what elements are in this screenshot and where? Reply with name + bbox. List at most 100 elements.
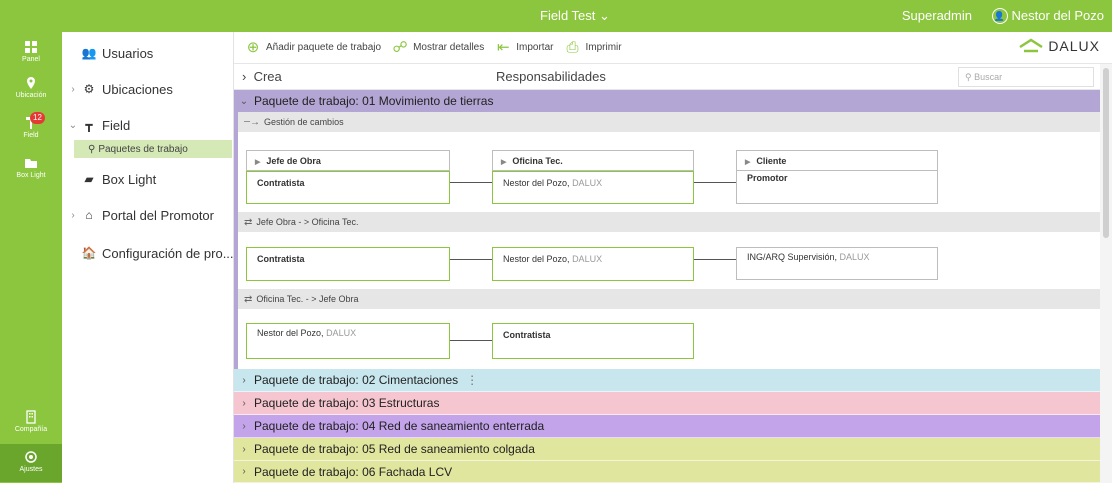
project-selector[interactable]: Field Test ⌄ <box>540 0 610 32</box>
responsible-cell[interactable]: Nestor del Pozo, DALUX <box>492 171 694 204</box>
responsible-name: Contratista <box>503 330 551 340</box>
arrow-dotted-icon: ┄→ <box>244 116 261 128</box>
section-jefe-to-oficina: ⇄ Jefe Obra - > Oficina Tec. <box>238 212 1100 232</box>
responsible-name: Contratista <box>257 254 305 264</box>
scrollbar-thumb[interactable] <box>1103 68 1109 238</box>
sidebar-label-ubicaciones: Ubicaciones <box>102 81 173 97</box>
role-card-cliente[interactable]: ▶ Cliente Promotor <box>736 150 938 204</box>
connector-line <box>450 259 492 260</box>
rail-label-box-light: Box Light <box>16 172 46 179</box>
company-name: DALUX <box>572 178 603 188</box>
chevron-right-icon: › <box>242 420 246 432</box>
rail-label-ajustes: Ajustes <box>19 466 43 473</box>
portal-icon: ⌂ <box>85 208 93 222</box>
chevron-right-icon: › <box>242 374 246 386</box>
triangle-right-icon: ▶ <box>255 159 261 166</box>
responsible-cell[interactable]: Nestor del Pozo, DALUX <box>246 323 450 359</box>
responsible-cell[interactable]: Nestor del Pozo, DALUX <box>492 247 694 281</box>
user-menu[interactable]: 👤 Nestor del Pozo <box>991 0 1105 32</box>
rail-label-compania: Compañía <box>14 426 48 433</box>
search-icon: ⚲ <box>965 72 975 82</box>
rail-label-field: Field <box>23 132 39 139</box>
field-badge: 12 <box>30 112 45 124</box>
user-avatar-icon: 👤 <box>991 8 1008 24</box>
building-icon <box>26 410 36 424</box>
swap-arrows-icon: ⇄ <box>244 293 253 305</box>
rail-item-ubicacion[interactable]: Ubicación <box>0 76 62 99</box>
sidebar-item-portal[interactable]: › ⌂ Portal del Promotor <box>62 202 234 228</box>
responsible-cell[interactable]: ING/ARQ Supervisión, DALUX <box>736 247 938 280</box>
triangle-right-icon: ▶ <box>745 159 751 166</box>
package-title: Paquete de trabajo: 06 Fachada LCV <box>254 464 453 479</box>
search-placeholder: Buscar <box>974 72 1003 82</box>
more-options-icon[interactable]: ⋮ <box>466 373 478 387</box>
search-input[interactable]: ⚲ Buscar <box>958 67 1094 87</box>
sidebar-item-field[interactable]: ⌄ ┳ Field <box>62 112 234 138</box>
role-header: Cliente <box>756 156 787 166</box>
responsible-cell[interactable]: Contratista <box>246 247 450 281</box>
box-light-icon: ▰ <box>84 172 94 186</box>
sidebar-label-paquetes: Paquetes de trabajo <box>98 143 188 155</box>
package-01-title: Paquete de trabajo: 01 Movimiento de tie… <box>254 94 494 108</box>
connector-line <box>694 259 736 260</box>
package-row[interactable]: › Paquete de trabajo: 02 Cimentaciones ⋮ <box>234 369 1100 392</box>
chevron-right-icon: › <box>242 443 246 455</box>
folder-icon <box>25 159 37 168</box>
rail-item-field[interactable]: 12 Field <box>0 112 62 139</box>
sidebar-label-box-light: Box Light <box>102 171 157 187</box>
chevron-down-icon: ⌄ <box>68 119 78 131</box>
logo-text: DALUX <box>1048 38 1100 54</box>
package-row[interactable]: › Paquete de trabajo: 03 Estructuras <box>234 392 1100 415</box>
toolbar: ⊕ Añadir paquete de trabajo ☍ Mostrar de… <box>234 32 1112 64</box>
left-rail: Panel Ubicación 12 Field Box Light Compa… <box>0 32 62 483</box>
rail-item-ajustes[interactable]: Ajustes <box>0 444 62 482</box>
package-row[interactable]: › Paquete de trabajo: 04 Red de saneamie… <box>234 415 1100 438</box>
dalux-logo: DALUX <box>1018 38 1100 54</box>
swap-arrows-icon: ⇄ <box>244 216 253 228</box>
rail-item-compania[interactable]: Compañía <box>0 410 62 433</box>
triangle-right-icon: ▶ <box>501 159 507 166</box>
connector-line <box>450 182 492 183</box>
responsible-name: Nestor del Pozo, <box>503 178 570 188</box>
sidebar-label-usuarios: Usuarios <box>102 45 154 61</box>
section-title: Oficina Tec. - > Jefe Obra <box>256 294 359 304</box>
responsabilidades-header: Responsabilidades <box>496 69 606 84</box>
import-button[interactable]: ⇤ Importar <box>494 39 554 57</box>
crea-header[interactable]: › Crea <box>242 69 282 84</box>
responsible-cell[interactable]: Contratista <box>246 171 450 204</box>
sidebar-item-configuracion[interactable]: 🏠 Configuración de pro... <box>62 240 234 266</box>
role-label: Superadmin <box>901 8 972 23</box>
add-package-button[interactable]: ⊕ Añadir paquete de trabajo <box>244 39 381 57</box>
package-row[interactable]: › Paquete de trabajo: 05 Red de saneamie… <box>234 438 1100 461</box>
sidebar-item-ubicaciones[interactable]: › ⚙ Ubicaciones <box>62 76 234 102</box>
add-circle-icon: ⊕ <box>246 38 260 56</box>
user-name: Nestor del Pozo <box>1011 8 1105 23</box>
package-row[interactable]: › Paquete de trabajo: 06 Fachada LCV <box>234 461 1100 483</box>
connector-line <box>450 340 492 341</box>
grid-icon <box>25 41 37 53</box>
section-gestion-cambios: ┄→ Gestión de cambios <box>238 112 1100 132</box>
sidebar-item-paquetes[interactable]: ⚲ Paquetes de trabajo <box>74 140 232 158</box>
company-name: DALUX <box>839 252 870 262</box>
sidebar-item-box-light[interactable]: ▰ Box Light <box>62 166 234 192</box>
responsible-name: Contratista <box>257 178 305 188</box>
sidebar-label-configuracion: Configuración de pro... <box>102 245 234 261</box>
sidebar-item-usuarios[interactable]: 👥 Usuarios <box>62 40 234 66</box>
role-header: Jefe de Obra <box>266 156 321 166</box>
responsible-name: ING/ARQ Supervisión, <box>747 252 838 262</box>
connector-line <box>694 182 736 183</box>
show-details-label: Mostrar detalles <box>413 42 485 53</box>
show-details-button[interactable]: ☍ Mostrar detalles <box>391 39 484 57</box>
chevron-down-icon: ⌄ <box>239 95 249 107</box>
responsible-cell[interactable]: Contratista <box>492 323 694 359</box>
rail-item-box-light[interactable]: Box Light <box>0 156 62 179</box>
vertical-scrollbar[interactable] <box>1100 64 1112 483</box>
package-01-header[interactable]: ⌄ Paquete de trabajo: 01 Movimiento de t… <box>234 90 1100 112</box>
chevron-right-icon: › <box>242 69 254 84</box>
printer-icon: ⎙ <box>566 38 579 56</box>
print-button[interactable]: ⎙ Imprimir <box>563 39 621 57</box>
hierarchy-icon: ⚲ <box>88 143 96 155</box>
gear-icon <box>25 451 37 463</box>
section-title: Gestión de cambios <box>264 117 344 127</box>
rail-item-panel[interactable]: Panel <box>0 40 62 63</box>
